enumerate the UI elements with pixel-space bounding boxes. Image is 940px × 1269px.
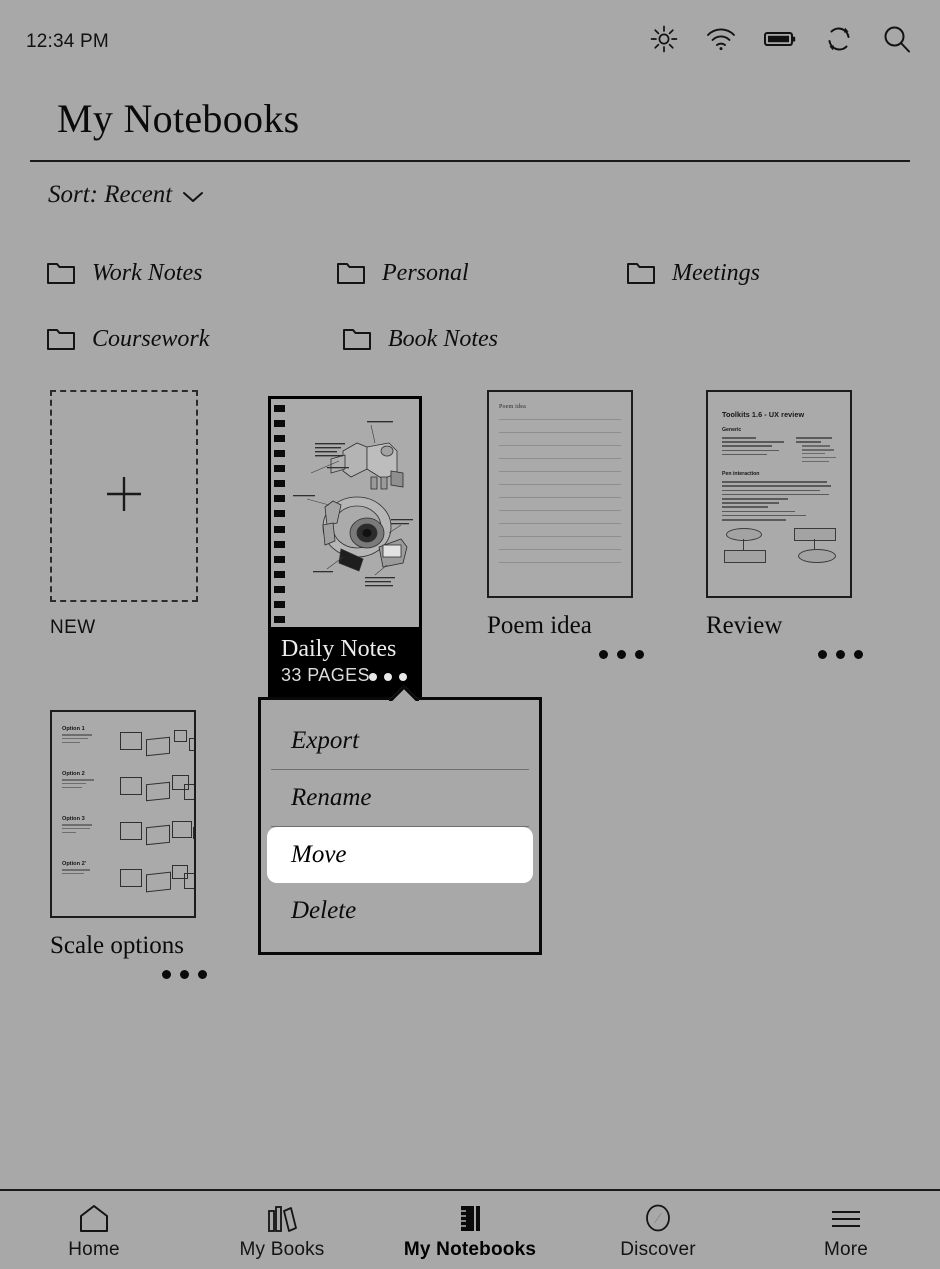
document-section-2: Pen interaction: [722, 471, 760, 478]
status-icon-group: [650, 24, 912, 54]
notebook-thumbnail-lined: Poem idea: [487, 390, 633, 598]
selected-card-frame: Daily Notes 33 PAGES: [268, 396, 422, 700]
chevron-down-icon: [182, 190, 204, 204]
folder-list: Work Notes Personal Meetings Coursework …: [46, 240, 916, 372]
spiral-binding-icon: [274, 405, 286, 623]
nav-label: My Books: [239, 1239, 325, 1260]
scale-option-row: Option 3: [62, 816, 194, 854]
notebook-overflow-menu-button[interactable]: [599, 650, 644, 659]
notebook-thumbnail-document: Toolkits 1.6 - UX review Generic Pen int…: [706, 390, 852, 598]
folder-label: Work Notes: [92, 259, 203, 286]
status-time: 12:34 PM: [26, 31, 109, 52]
sort-label: Sort: Recent: [48, 181, 173, 208]
context-menu-item-rename[interactable]: Rename: [271, 770, 529, 827]
notebook-title: Daily Notes: [281, 636, 397, 662]
scale-option-label: Option 2': [62, 861, 87, 867]
notebook-grid-row-1: NEW Daily Notes 33 PAGES Poem idea Poem …: [0, 390, 940, 710]
plus-icon: [101, 471, 147, 522]
books-icon: [265, 1203, 299, 1233]
compass-icon: [642, 1203, 674, 1233]
document-diagram: [722, 526, 836, 574]
folder-item-personal[interactable]: Personal: [336, 260, 626, 287]
nav-item-discover[interactable]: Discover: [564, 1191, 752, 1269]
folder-item-coursework[interactable]: Coursework: [46, 326, 342, 353]
status-bar: 12:34 PM: [0, 0, 940, 88]
title-divider: [30, 160, 910, 162]
nav-item-home[interactable]: Home: [0, 1191, 188, 1269]
notebook-thumbnail-sketch: [271, 399, 419, 627]
folder-label: Coursework: [92, 325, 210, 352]
folder-icon: [46, 260, 76, 286]
context-menu: Export Rename Move Delete: [258, 697, 542, 955]
home-icon: [77, 1203, 111, 1233]
folder-icon: [336, 260, 366, 286]
folder-item-work-notes[interactable]: Work Notes: [46, 260, 336, 287]
context-menu-list: Export Rename Move Delete: [261, 700, 539, 952]
folder-icon: [626, 260, 656, 286]
folder-item-meetings[interactable]: Meetings: [626, 260, 916, 287]
wifi-icon[interactable]: [706, 26, 736, 52]
notebook-overflow-row: [40, 964, 260, 990]
nav-label: More: [823, 1239, 869, 1260]
new-notebook-label: NEW: [50, 617, 96, 638]
document-section-1: Generic: [722, 427, 742, 433]
notebook-card-review[interactable]: Toolkits 1.6 - UX review Generic Pen int…: [696, 390, 916, 670]
notebook-card-scale-options[interactable]: Option 1 Option 2 Option 3 Option 2' Sca…: [40, 710, 260, 990]
folder-label: Personal: [382, 259, 469, 286]
notebook-overflow-menu-button[interactable]: [369, 673, 407, 682]
folder-icon: [342, 326, 372, 352]
notebook-card-poem-idea[interactable]: Poem idea Poem idea: [477, 390, 697, 670]
context-menu-item-export[interactable]: Export: [271, 713, 529, 770]
folder-row-2: Coursework Book Notes: [46, 306, 916, 372]
context-menu-item-move[interactable]: Move: [267, 827, 533, 883]
battery-icon[interactable]: [764, 29, 796, 49]
folder-label: Meetings: [672, 259, 760, 286]
nav-item-my-notebooks[interactable]: My Notebooks: [376, 1191, 564, 1269]
notebook-thumbnail-scale: Option 1 Option 2 Option 3 Option 2': [50, 710, 196, 918]
page-title: My Notebooks: [57, 96, 300, 141]
new-notebook-cell: NEW: [40, 390, 260, 639]
scale-option-row: Option 2': [62, 861, 194, 899]
notebook-icon: [455, 1203, 485, 1233]
notebook-overflow-row: [696, 644, 916, 670]
folder-item-book-notes[interactable]: Book Notes: [342, 326, 638, 353]
new-notebook-button[interactable]: [50, 390, 198, 602]
notebook-title: Poem idea: [487, 612, 592, 639]
scale-page-preview: Option 1 Option 2 Option 3 Option 2': [52, 712, 194, 916]
search-icon[interactable]: [882, 24, 912, 54]
notebook-title: Review: [706, 612, 783, 639]
notebook-overflow-menu-button[interactable]: [162, 970, 207, 979]
lined-page-heading: Poem idea: [499, 404, 526, 410]
bottom-navigation-bar: Home My Books My Notebooks Discover More: [0, 1189, 940, 1269]
nav-label: My Notebooks: [403, 1239, 537, 1260]
context-menu-item-delete[interactable]: Delete: [271, 883, 529, 939]
folder-label: Book Notes: [388, 325, 498, 352]
scale-option-row: Option 1: [62, 726, 194, 764]
refresh-icon[interactable]: [824, 24, 854, 54]
folder-icon: [46, 326, 76, 352]
nav-item-more[interactable]: More: [752, 1191, 940, 1269]
sort-control[interactable]: Sort: Recent: [48, 181, 204, 209]
hamburger-icon: [828, 1203, 864, 1233]
document-heading: Toolkits 1.6 - UX review: [722, 410, 805, 419]
nav-label: Discover: [620, 1239, 696, 1260]
scale-option-row: Option 2: [62, 771, 194, 809]
notebook-overflow-row: [477, 644, 697, 670]
notebook-title: Scale options: [50, 932, 185, 959]
brightness-icon[interactable]: [650, 25, 678, 53]
nav-item-my-books[interactable]: My Books: [188, 1191, 376, 1269]
context-menu-caret: [389, 684, 419, 701]
folder-row-1: Work Notes Personal Meetings: [46, 240, 916, 306]
notebook-overflow-menu-button[interactable]: [818, 650, 863, 659]
lined-page-preview: Poem idea: [489, 392, 631, 596]
notebook-card-daily-notes[interactable]: Daily Notes 33 PAGES: [268, 396, 422, 700]
nav-label: Home: [68, 1239, 120, 1260]
